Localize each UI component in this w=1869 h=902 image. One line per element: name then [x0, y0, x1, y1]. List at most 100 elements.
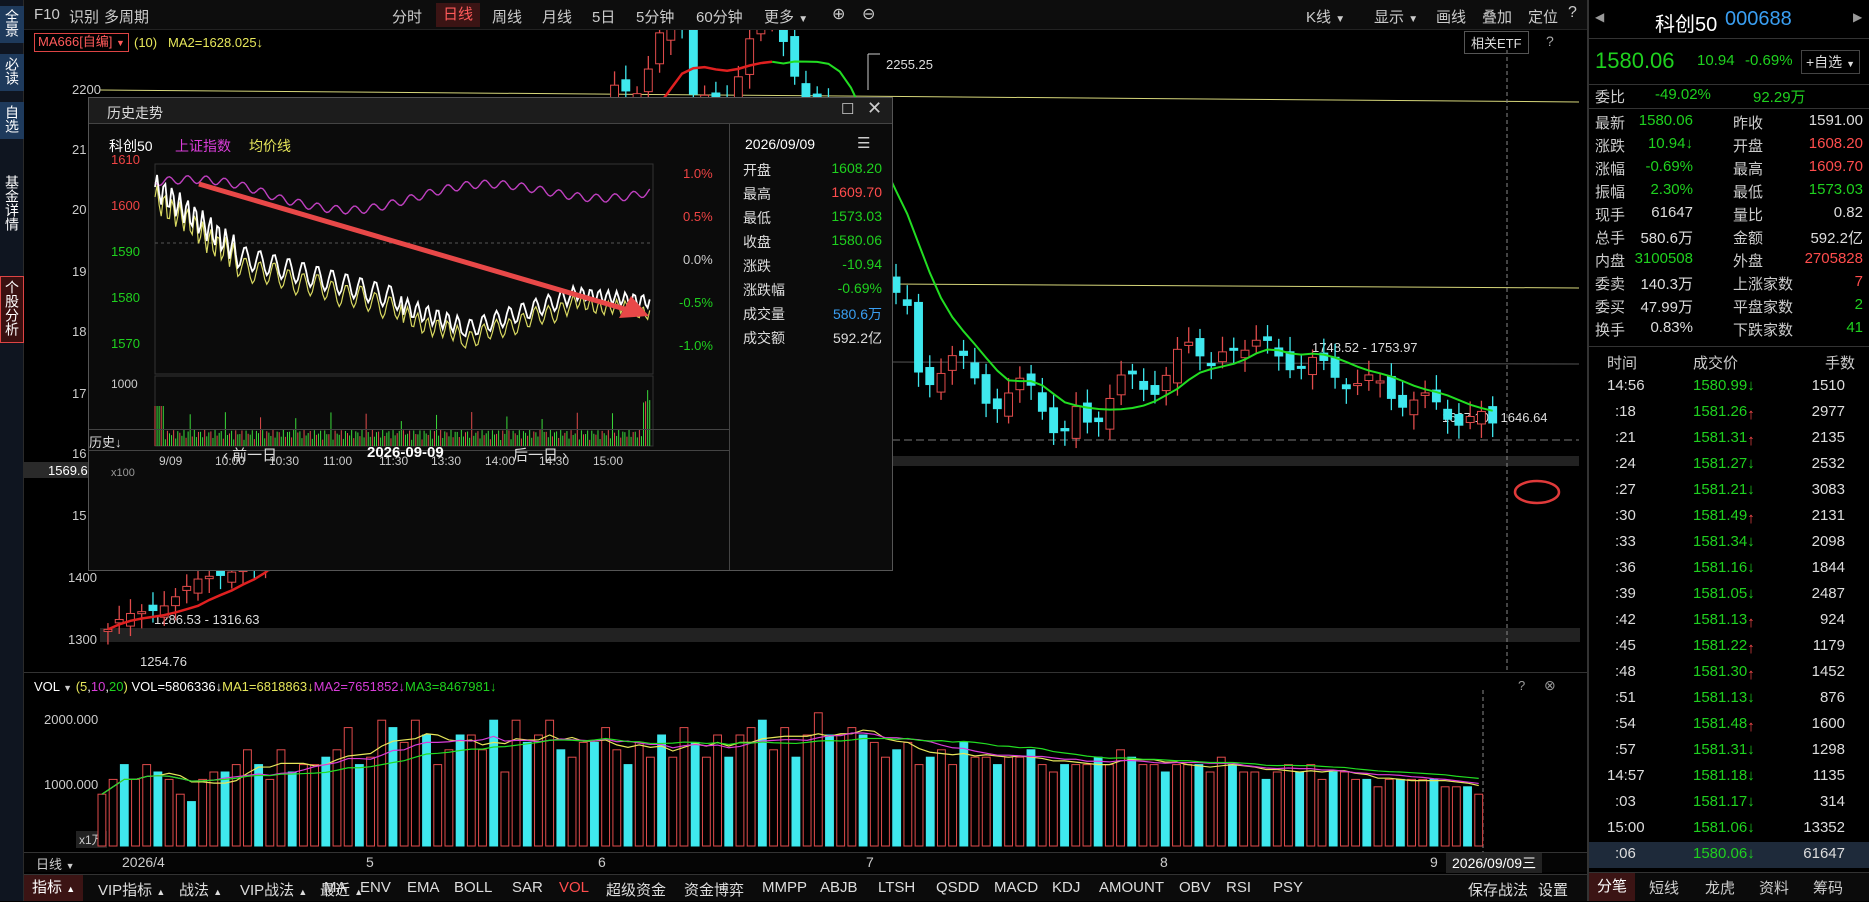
price-axis-label: 16: [72, 446, 86, 461]
help-icon[interactable]: ?: [1568, 4, 1577, 22]
stat-value: 1609.70: [1808, 158, 1863, 175]
date-mode-dropdown[interactable]: 日线 ▼: [36, 854, 75, 873]
settings-button[interactable]: 设置: [1538, 879, 1568, 900]
tab-shortline[interactable]: 短线: [1649, 877, 1679, 898]
stat-label: 最低: [1733, 184, 1764, 201]
volume-bar: [433, 764, 443, 847]
volume-bar: [981, 756, 991, 847]
related-etf-button[interactable]: 相关ETF: [1464, 31, 1529, 54]
indicator-amount[interactable]: AMOUNT: [1099, 879, 1164, 896]
indicator-qsdd[interactable]: QSDD: [936, 879, 979, 896]
indicator-[interactable]: 超级资金: [606, 879, 666, 900]
popup-vol-unit: x100: [111, 467, 135, 479]
kline-dropdown[interactable]: K线 ▼: [1306, 6, 1345, 27]
volume-bar: [959, 741, 969, 847]
trade-price: 1581.34↓: [1693, 533, 1755, 550]
help-icon[interactable]: ?: [1546, 33, 1554, 49]
close-icon[interactable]: ✕: [867, 98, 882, 119]
indicator-macd[interactable]: MACD: [994, 879, 1038, 896]
volume-bar: [1250, 771, 1260, 847]
tab-dragon-tiger[interactable]: 龙虎: [1705, 877, 1735, 898]
candle-body: [1375, 380, 1385, 384]
history-button[interactable]: 历史↓: [89, 432, 122, 451]
candle-body: [655, 32, 665, 65]
volume-bar: [612, 749, 622, 847]
locate-button[interactable]: 定位: [1528, 6, 1558, 27]
volume-bar: [1328, 771, 1338, 847]
trade-row: 14:56 1580.99↓ 1510: [1589, 374, 1869, 400]
volume-bar: [1205, 771, 1215, 847]
date-axis: 日线 ▼ 2026/4 5 6 7 8 9 2026/09/09三: [24, 852, 1587, 873]
indicator-mmpp[interactable]: MMPP: [762, 879, 807, 896]
indicator-psy[interactable]: PSY: [1273, 879, 1303, 896]
info-value: 1580.06: [831, 232, 882, 248]
stat-label: 上涨家数: [1733, 276, 1794, 293]
tab-chips[interactable]: 筹码: [1813, 877, 1843, 898]
save-strategy-button[interactable]: 保存战法: [1468, 879, 1528, 900]
indicator-vol[interactable]: VOL: [559, 879, 589, 896]
overlay-button[interactable]: 叠加: [1482, 6, 1512, 27]
stat-value: 61647: [1651, 204, 1693, 221]
sidebar-tab-watchlist[interactable]: 自选: [0, 102, 24, 139]
stat-value: 2.30%: [1650, 181, 1693, 198]
candle-body: [1409, 399, 1419, 416]
sidebar-tab-overview[interactable]: 全景: [0, 6, 24, 43]
indicator-obv[interactable]: OBV: [1179, 879, 1211, 896]
sidebar-tab-stock-analysis[interactable]: 个股分析: [0, 276, 24, 343]
period-weekly[interactable]: 周线: [492, 6, 522, 27]
period-60min[interactable]: 60分钟: [696, 6, 743, 27]
zoom-out-icon[interactable]: ⊖: [862, 4, 875, 24]
display-dropdown[interactable]: 显示 ▼: [1374, 6, 1418, 27]
volume-bar: [422, 734, 431, 847]
volume-bar: [310, 764, 320, 847]
trade-row: :21 1581.31 ↑ 2135: [1589, 426, 1869, 452]
menu-icon[interactable]: ☰: [857, 134, 870, 152]
volume-bar: [724, 756, 734, 847]
indicator-rsi[interactable]: RSI: [1226, 879, 1251, 896]
indicator-ma[interactable]: MA: [324, 879, 347, 896]
f10-button[interactable]: F10: [34, 6, 60, 23]
period-monthly[interactable]: 月线: [542, 6, 572, 27]
price-axis-label: 21: [72, 142, 86, 157]
period-5day[interactable]: 5日: [592, 6, 615, 27]
prev-day-button[interactable]: ‹ 前一日: [223, 444, 277, 465]
strategy-button[interactable]: 战法 ▲: [179, 879, 222, 900]
tab-info[interactable]: 资料: [1759, 877, 1789, 898]
period-daily[interactable]: 日线: [436, 3, 481, 27]
volume-bar: [1384, 778, 1394, 847]
indicator-ltsh[interactable]: LTSH: [878, 879, 915, 896]
indicator-ema[interactable]: EMA: [407, 879, 440, 896]
indicator-menu-button[interactable]: 指标 ▲: [24, 875, 84, 901]
indicator-boll[interactable]: BOLL: [454, 879, 492, 896]
indicator-[interactable]: 资金博弈: [684, 879, 744, 900]
period-5min[interactable]: 5分钟: [636, 6, 674, 27]
volume-bar: [298, 764, 308, 847]
ma-indicator-dropdown[interactable]: MA666[自编] ▼: [34, 33, 129, 52]
period-intraday[interactable]: 分时: [392, 6, 422, 27]
info-label: 最低: [743, 210, 771, 226]
indicator-kdj[interactable]: KDJ: [1052, 879, 1080, 896]
info-label: 涨跌: [743, 258, 771, 274]
identify-button[interactable]: 识别: [69, 6, 99, 27]
indicator-sar[interactable]: SAR: [512, 879, 543, 896]
vip-strategy-button[interactable]: VIP战法 ▲: [240, 879, 307, 900]
popup-x-label: 9/09: [159, 454, 183, 468]
period-more-dropdown[interactable]: 更多 ▼: [764, 6, 808, 27]
tab-ticks[interactable]: 分笔: [1589, 873, 1636, 901]
prev-stock-icon[interactable]: ◀: [1595, 10, 1604, 24]
next-stock-icon[interactable]: ▶: [1853, 10, 1862, 24]
next-day-button[interactable]: 后一日 ›: [513, 444, 567, 465]
stat-value: 0.83%: [1650, 319, 1693, 336]
draw-line-button[interactable]: 画线: [1436, 6, 1466, 27]
stat-label: 振幅: [1595, 184, 1626, 201]
vip-indicator-button[interactable]: VIP指标 ▲: [98, 879, 165, 900]
add-watchlist-button[interactable]: +自选 ▼: [1801, 50, 1860, 74]
maximize-icon[interactable]: ☐: [841, 100, 854, 118]
indicator-env[interactable]: ENV: [360, 879, 391, 896]
multi-period-button[interactable]: 多周期: [104, 6, 149, 27]
trade-price: 1581.21↓: [1693, 481, 1755, 498]
indicator-abjb[interactable]: ABJB: [820, 879, 858, 896]
sidebar-tab-fund-detail[interactable]: 基金详情: [0, 172, 24, 237]
sidebar-tab-must-read[interactable]: 必读: [0, 54, 24, 91]
zoom-in-icon[interactable]: ⊕: [832, 4, 845, 24]
